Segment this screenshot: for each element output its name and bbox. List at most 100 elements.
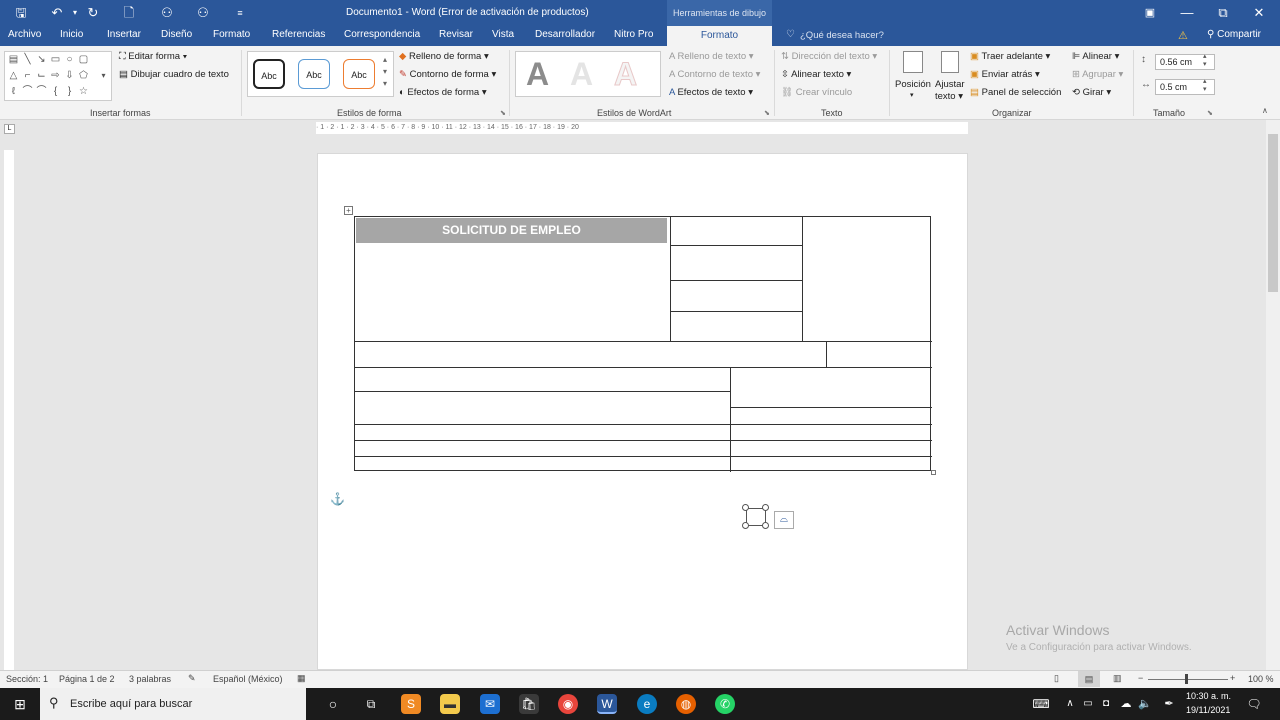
- notifications-icon[interactable]: 🗨: [1244, 694, 1264, 714]
- word-icon[interactable]: W: [597, 694, 617, 714]
- onedrive-icon[interactable]: ☁: [1116, 694, 1136, 714]
- arc-shape-icon[interactable]: ⌒: [35, 86, 48, 98]
- traer-adelante-button[interactable]: ▣ Traer adelante ▾: [970, 51, 1050, 62]
- block-arrow-icon[interactable]: ⇨: [49, 70, 62, 82]
- brace-left-icon[interactable]: {: [49, 86, 62, 98]
- shape-handle[interactable]: [742, 504, 749, 511]
- elbow-arrow-icon[interactable]: ⌙: [35, 70, 48, 82]
- brace-right-icon[interactable]: }: [63, 86, 76, 98]
- editar-forma-button[interactable]: ⛶ Editar forma ▾: [119, 51, 187, 62]
- zoom-level[interactable]: 100 %: [1248, 674, 1274, 684]
- battery-icon[interactable]: ▭: [1078, 694, 1098, 714]
- efectos-texto-button[interactable]: A Efectos de texto ▾: [669, 87, 753, 98]
- tab-selector-icon[interactable]: L: [4, 124, 15, 134]
- width-spinner-icon[interactable]: ▴ ▾: [1203, 78, 1207, 94]
- status-section[interactable]: Sección: 1: [6, 674, 48, 684]
- wordart-style-outline[interactable]: A: [613, 56, 637, 93]
- shape-style-black[interactable]: Abc: [253, 59, 285, 89]
- enviar-atras-button[interactable]: ▣ Enviar atrás ▾: [970, 69, 1040, 80]
- task-view-icon[interactable]: ⧉: [361, 694, 381, 714]
- whatsapp-icon[interactable]: ✆: [715, 694, 735, 714]
- zoom-slider[interactable]: [1148, 679, 1228, 680]
- store-icon[interactable]: 🛍: [519, 694, 539, 714]
- wordart-style-gray[interactable]: A: [526, 56, 549, 93]
- vertical-scrollbar[interactable]: [1266, 120, 1280, 670]
- star-shape-icon[interactable]: ☆: [77, 86, 90, 98]
- application-table[interactable]: SOLICITUD DE EMPLEO: [354, 216, 932, 472]
- edge-icon[interactable]: e: [637, 694, 657, 714]
- zoom-out-button[interactable]: −: [1138, 673, 1143, 683]
- alinear-button[interactable]: ⊫ Alinear ▾: [1072, 51, 1119, 62]
- rectangle-shape-icon[interactable]: ▭: [49, 54, 62, 66]
- mail-icon[interactable]: ✉: [480, 694, 500, 714]
- camera-icon[interactable]: ◘: [1096, 694, 1116, 714]
- status-language[interactable]: Español (México): [213, 674, 283, 684]
- volume-icon[interactable]: 🔈: [1135, 694, 1155, 714]
- undo-dropdown-icon[interactable]: ▾: [66, 4, 84, 22]
- keyboard-icon[interactable]: ⌨: [1031, 694, 1051, 714]
- status-words[interactable]: 3 palabras: [129, 674, 171, 684]
- shape-handle[interactable]: [762, 504, 769, 511]
- dibujar-cuadro-button[interactable]: ▤ Dibujar cuadro de texto: [119, 69, 229, 80]
- sublime-text-icon[interactable]: S: [401, 694, 421, 714]
- efectos-forma-button[interactable]: ◐ Efectos de forma ▾: [399, 87, 487, 98]
- panel-seleccion-button[interactable]: ▤ Panel de selección: [970, 87, 1061, 98]
- shape-styles-launcher-icon[interactable]: ⬊: [500, 109, 506, 117]
- curve-shape-icon[interactable]: ⌒: [21, 86, 34, 98]
- share-button[interactable]: ⚲ Compartir: [1207, 29, 1261, 40]
- chrome-icon[interactable]: ◉: [558, 694, 578, 714]
- taskbar-search[interactable]: ⚲ Escribe aquí para buscar: [40, 688, 306, 720]
- restore-button[interactable]: ⧉: [1214, 4, 1232, 22]
- contorno-forma-button[interactable]: ✎ Contorno de forma ▾: [399, 69, 496, 80]
- shape-style-orange[interactable]: Abc: [343, 59, 375, 89]
- ajustar-texto-button-2[interactable]: texto ▾: [935, 91, 963, 102]
- oval-shape-icon[interactable]: ○: [63, 54, 76, 66]
- minimize-button[interactable]: —: [1178, 4, 1196, 22]
- star-arrow-icon[interactable]: ⇩: [63, 70, 76, 82]
- elbow-connector-icon[interactable]: ⌐: [21, 70, 34, 82]
- zoom-in-button[interactable]: +: [1230, 673, 1235, 683]
- pentagon-shape-icon[interactable]: ⬠: [77, 70, 90, 82]
- shapes-gallery[interactable]: ▤ ╲ ↘ ▭ ○ ▢ △ ⌐ ⌙ ⇨ ⇩ ⬠ ℓ ⌒ ⌒ { } ☆ ▾: [4, 51, 112, 101]
- tab-correspondencia[interactable]: Correspondencia: [344, 29, 420, 40]
- shape-style-blue[interactable]: Abc: [298, 59, 330, 89]
- table-move-handle-icon[interactable]: +: [344, 206, 353, 215]
- direccion-texto-button[interactable]: ⇅ Dirección del texto ▾: [781, 51, 877, 62]
- position-icon[interactable]: [903, 51, 923, 73]
- tab-formato-active[interactable]: Formato: [667, 26, 772, 46]
- alinear-texto-button[interactable]: ⇳ Alinear texto ▾: [781, 69, 851, 80]
- tab-formato[interactable]: Formato: [213, 29, 250, 40]
- tab-desarrollador[interactable]: Desarrollador: [535, 29, 595, 40]
- clock-date[interactable]: 19/11/2021: [1186, 705, 1230, 715]
- tab-inicio[interactable]: Inicio: [60, 29, 83, 40]
- shape-handle[interactable]: [762, 522, 769, 529]
- tab-archivo[interactable]: Archivo: [8, 29, 41, 40]
- size-launcher-icon[interactable]: ⬊: [1207, 109, 1213, 117]
- tell-me-search[interactable]: ¿Qué desea hacer?: [800, 30, 884, 41]
- firefox-icon[interactable]: ◍: [676, 694, 696, 714]
- tab-vista[interactable]: Vista: [492, 29, 514, 40]
- customize-toolbar-icon[interactable]: ≡: [231, 4, 249, 22]
- web-layout-icon[interactable]: ▥: [1113, 673, 1122, 684]
- ajustar-texto-button[interactable]: Ajustar: [935, 79, 965, 90]
- arrow-line-shape-icon[interactable]: ↘: [35, 54, 48, 66]
- tab-diseno[interactable]: Diseño: [161, 29, 192, 40]
- textbox-shape-icon[interactable]: ▤: [7, 54, 20, 66]
- redo-icon[interactable]: ↻: [84, 4, 102, 22]
- proofing-icon[interactable]: ✎: [188, 673, 196, 684]
- close-button[interactable]: ✕: [1250, 4, 1268, 22]
- shapes-more-icon[interactable]: ▾: [97, 70, 110, 82]
- org-chart-icon[interactable]: ⚇: [158, 4, 176, 22]
- document-page[interactable]: + SOLICITUD DE EMPLEO ⚓ ⌓: [317, 153, 968, 670]
- agrupar-button[interactable]: ⊞ Agrupar ▾: [1072, 69, 1123, 80]
- undo-icon[interactable]: ↶: [48, 4, 66, 22]
- horizontal-ruler[interactable]: · 1 · 2 · 1 · 2 · 3 · 4 · 5 · 6 · 7 · 8 …: [316, 122, 968, 134]
- height-spinner-icon[interactable]: ▴ ▾: [1203, 53, 1207, 69]
- girar-button[interactable]: ⟲ Girar ▾: [1072, 87, 1111, 98]
- zoom-slider-thumb[interactable]: [1185, 674, 1188, 684]
- triangle-shape-icon[interactable]: △: [7, 70, 20, 82]
- shape-handle[interactable]: [742, 522, 749, 529]
- pen-icon[interactable]: ✒: [1159, 694, 1179, 714]
- wrap-text-icon[interactable]: [941, 51, 959, 73]
- table-resize-handle[interactable]: [931, 470, 936, 475]
